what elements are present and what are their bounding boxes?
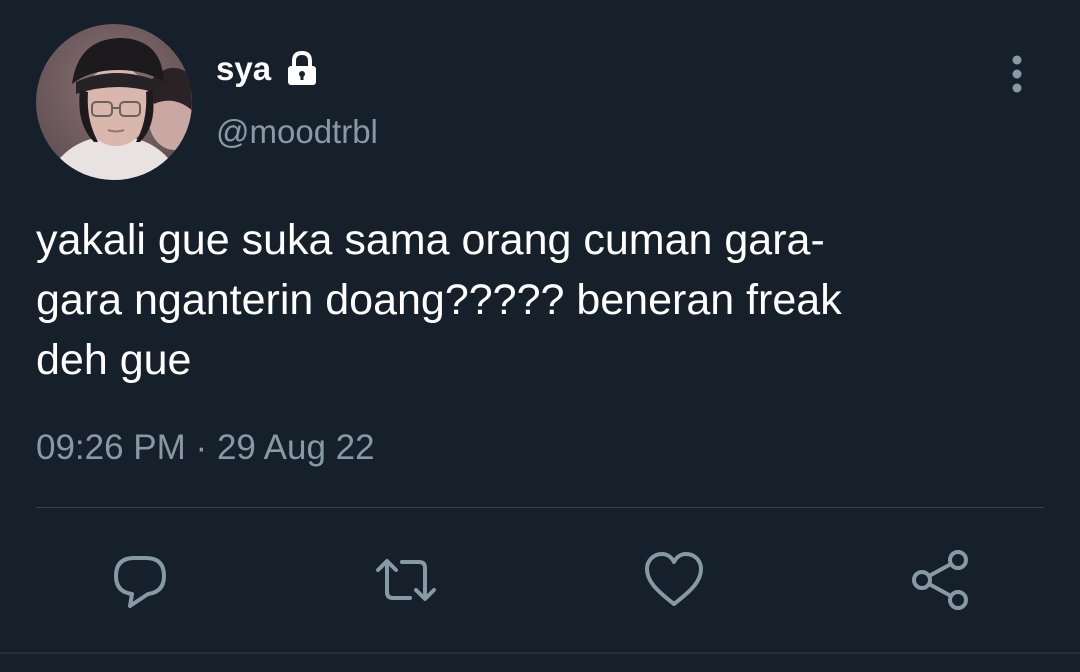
more-vertical-icon [1012, 55, 1022, 93]
divider [36, 507, 1044, 508]
retweet-icon [376, 559, 436, 601]
retweet-button[interactable] [374, 548, 438, 612]
user-handle[interactable]: @moodtrbl [216, 110, 378, 154]
heart-icon [645, 552, 703, 606]
avatar[interactable] [36, 24, 192, 180]
like-button[interactable] [642, 548, 706, 612]
share-button[interactable] [908, 548, 972, 612]
tweet-date[interactable]: 29 Aug 22 [217, 428, 375, 467]
display-name[interactable]: sya [216, 46, 271, 92]
timestamp-separator: · [195, 428, 208, 467]
lock-icon [282, 49, 322, 89]
user-name-row: sya [216, 46, 322, 92]
tweet-time[interactable]: 09:26 PM [36, 428, 186, 467]
tweet-text: yakali gue suka sama orang cuman gara- g… [36, 216, 842, 384]
share-icon [912, 550, 968, 610]
reply-icon [114, 556, 166, 608]
reply-button[interactable] [108, 548, 172, 612]
more-options-button[interactable] [996, 52, 1038, 96]
bottom-divider [0, 652, 1080, 654]
avatar-image [36, 24, 192, 180]
timestamp: 09:26 PM · 29 Aug 22 [36, 424, 375, 472]
